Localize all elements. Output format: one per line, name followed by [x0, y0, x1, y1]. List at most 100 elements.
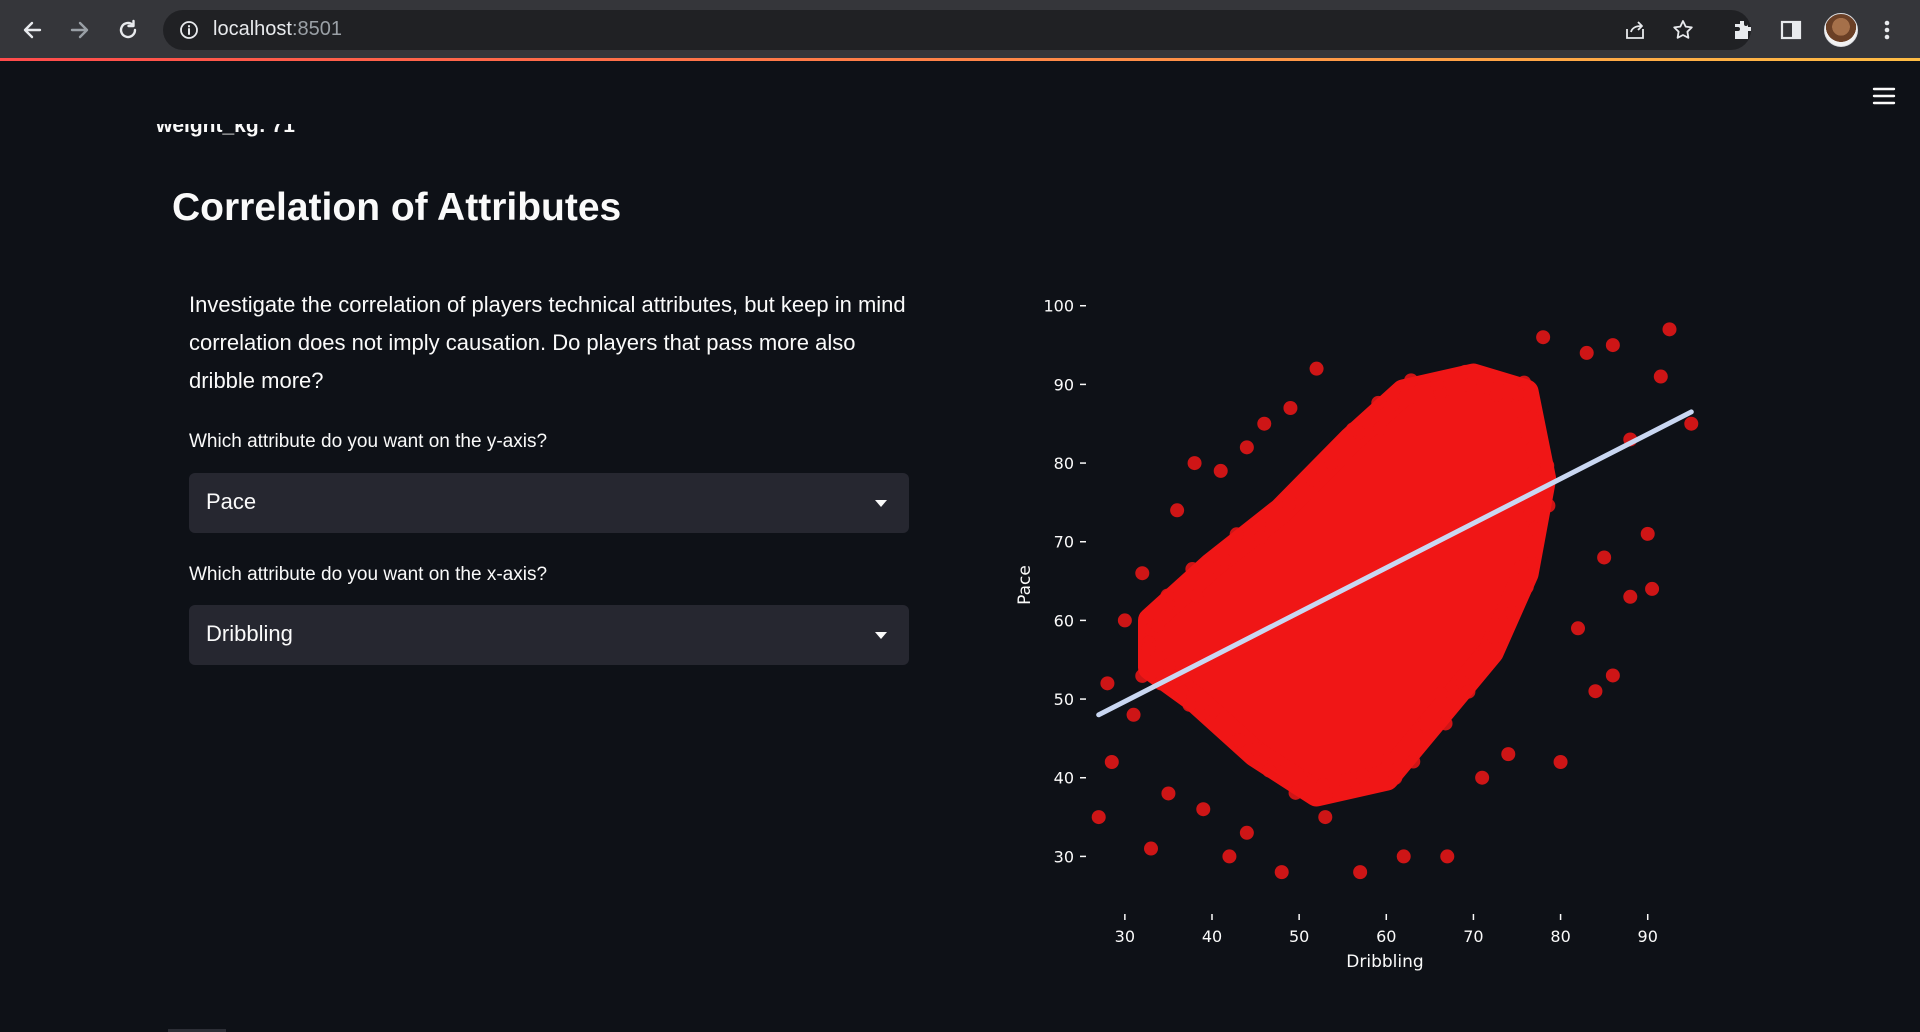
scatter-point	[1579, 345, 1594, 360]
scatter-point	[1135, 566, 1150, 581]
scatter-point	[1475, 770, 1490, 785]
y-tick-label: 30	[1054, 847, 1074, 866]
x-tick-label: 30	[1115, 927, 1135, 946]
scatter-point	[1104, 755, 1119, 769]
scatter-point	[1640, 526, 1655, 541]
scatter-point	[1386, 396, 1401, 411]
scatter-point	[1318, 810, 1333, 825]
scatter-point	[1305, 472, 1320, 487]
y-axis-select-label: Which attribute do you want on the y-axi…	[189, 431, 548, 452]
scatter-point	[1337, 783, 1352, 798]
y-tick-label: 100	[1043, 297, 1074, 316]
scatter-point	[1404, 373, 1419, 388]
scatter-point	[1462, 378, 1477, 393]
x-axis-label: Dribbling	[1346, 952, 1423, 972]
extensions-icon[interactable]	[1728, 15, 1758, 45]
url-host: localhost	[213, 18, 292, 40]
scatter-point	[1239, 825, 1254, 840]
scatter-point	[1381, 752, 1396, 767]
x-tick-label: 50	[1289, 927, 1309, 946]
scatter-point	[1187, 456, 1202, 471]
scatter-point	[1283, 401, 1298, 415]
share-icon[interactable]	[1623, 18, 1647, 42]
scatter-point	[1371, 395, 1386, 410]
scatter-point	[1440, 849, 1455, 864]
scatter-point	[1150, 618, 1165, 633]
scatter-point	[1357, 781, 1372, 796]
app-decoration-bar	[0, 58, 1920, 61]
scatter-point	[1274, 865, 1289, 880]
scatter-point	[1525, 441, 1540, 456]
scatter-point	[1489, 387, 1504, 402]
scatter-point	[1091, 810, 1106, 825]
reload-icon[interactable]	[110, 12, 146, 48]
y-axis-label: Pace	[1015, 565, 1035, 605]
scatter-point	[1232, 733, 1247, 748]
scatter-point	[1251, 517, 1266, 532]
site-info-icon[interactable]	[179, 20, 199, 40]
scatter-point	[1418, 717, 1433, 732]
x-tick-label: 90	[1638, 927, 1658, 946]
scatter-point	[1492, 371, 1507, 386]
scatter-point	[1553, 755, 1568, 769]
scatter-point	[1213, 463, 1228, 478]
scatter-point	[1433, 686, 1448, 701]
y-tick-label: 80	[1054, 454, 1074, 473]
scatter-point	[1522, 508, 1537, 523]
scatter-point	[1505, 605, 1520, 620]
back-icon[interactable]	[14, 12, 50, 48]
scatter-point	[1316, 777, 1331, 792]
y-axis: 30 40 50 60 70 80 90 100	[1043, 297, 1086, 866]
scatter-point	[1182, 697, 1197, 712]
scatter-point	[1684, 416, 1699, 431]
scatter-point	[1189, 588, 1204, 603]
y-axis-select-value: Pace	[206, 489, 257, 514]
scatter-point	[1161, 658, 1176, 673]
scatter-point	[1345, 422, 1360, 437]
forward-icon[interactable]	[62, 12, 98, 48]
side-panel-icon[interactable]	[1776, 15, 1806, 45]
scatter-point	[1288, 785, 1303, 800]
scatter-point	[1253, 530, 1268, 545]
scatter-point	[1388, 770, 1403, 785]
x-axis-select[interactable]: Dribbling	[189, 605, 909, 665]
x-tick-label: 70	[1463, 927, 1483, 946]
scatter-point	[1519, 580, 1534, 595]
y-axis-select[interactable]: Pace	[189, 473, 909, 533]
scatter-point	[1408, 728, 1423, 743]
scatter-point	[1525, 410, 1540, 425]
browser-menu-icon[interactable]	[1872, 15, 1902, 45]
scatter-point	[1355, 768, 1370, 783]
y-tick-label: 90	[1054, 375, 1074, 394]
scatter-point	[1126, 707, 1141, 722]
scatter-chart: 30 40 50 60 70 80 90 100 30 40 50 60 70 80 90 Pace Dr…	[1015, 297, 1699, 972]
x-axis: 30 40 50 60 70 80 90	[1115, 914, 1658, 946]
url-port: :8501	[291, 18, 342, 40]
scatter-point	[1406, 754, 1421, 769]
x-axis-select-label: Which attribute do you want on the x-axi…	[189, 564, 548, 585]
url-text: localhost:8501	[213, 18, 342, 41]
address-bar[interactable]: localhost:8501	[163, 10, 1751, 50]
chevron-down-icon	[875, 500, 887, 507]
scatter-point	[1353, 865, 1368, 880]
scatter-point	[1396, 849, 1411, 864]
bookmark-star-icon[interactable]	[1671, 18, 1695, 42]
x-tick-label: 60	[1376, 927, 1396, 946]
scatter-point	[1281, 497, 1296, 512]
x-tick-label: 80	[1550, 927, 1570, 946]
app-menu-icon[interactable]	[1870, 82, 1898, 110]
point-cloud-shape	[1138, 363, 1557, 807]
scatter-point	[1430, 376, 1445, 391]
scatter-point	[1662, 322, 1677, 337]
scatter-point	[1438, 716, 1453, 731]
scatter-point	[1475, 368, 1490, 383]
y-tick-label: 70	[1054, 533, 1074, 552]
x-tick-label: 40	[1202, 927, 1222, 946]
scatter-point	[1597, 550, 1612, 565]
scatter-point	[1623, 589, 1638, 604]
scatter-point	[1476, 648, 1491, 663]
scatter-point	[1541, 498, 1556, 513]
profile-avatar[interactable]	[1824, 13, 1858, 47]
scatter-point	[1514, 560, 1529, 575]
scatter-point	[1645, 581, 1660, 596]
